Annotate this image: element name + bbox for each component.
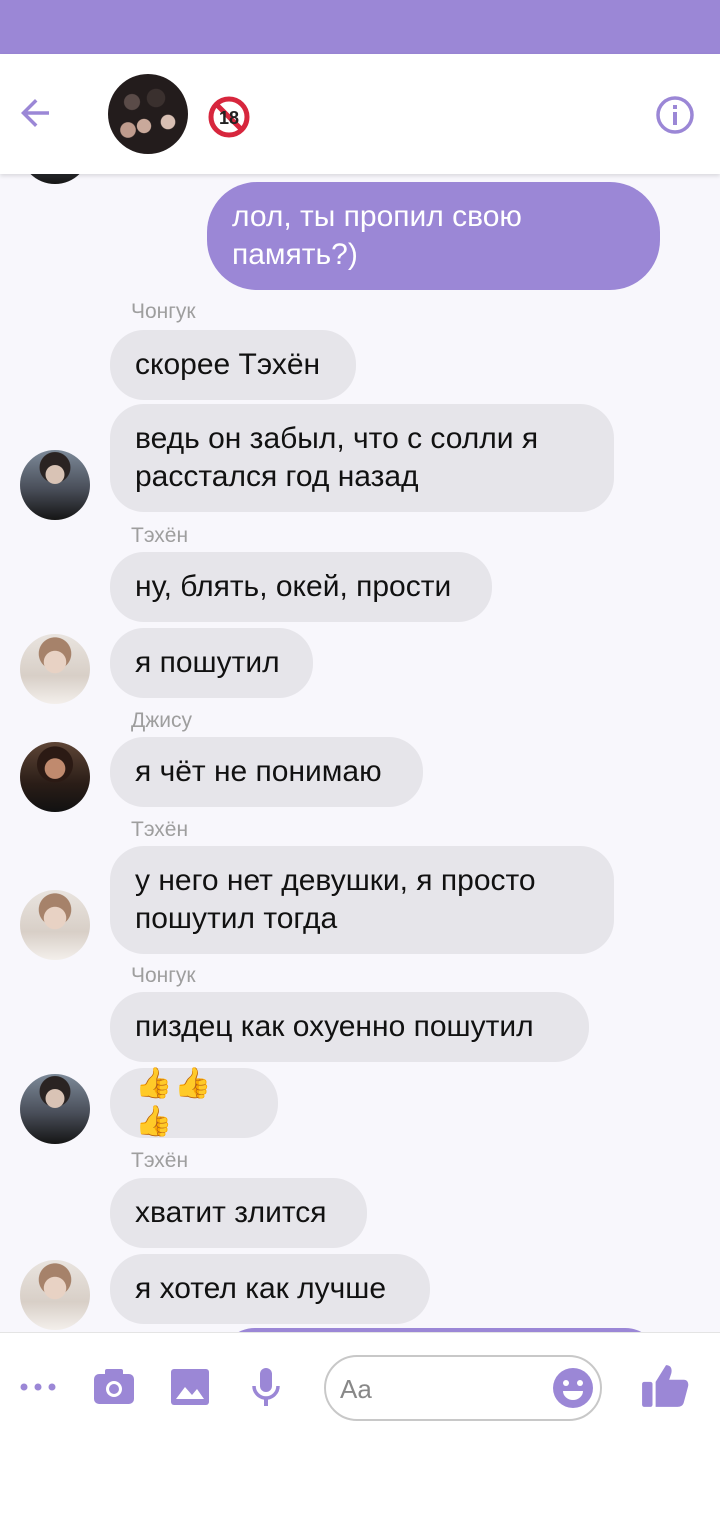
message-incoming[interactable]: ну, блять, окей, прости: [110, 552, 492, 622]
microphone-icon[interactable]: [244, 1365, 288, 1409]
avatar: [20, 1074, 90, 1144]
sender-name: Чонгук: [131, 964, 196, 987]
image-icon[interactable]: [168, 1365, 212, 1409]
message-incoming[interactable]: я пошутил: [110, 628, 313, 698]
adult-content-icon: 18: [208, 96, 250, 138]
info-icon[interactable]: [654, 94, 696, 136]
avatar: [20, 174, 90, 184]
sender-name: Джису: [131, 709, 193, 732]
message-incoming[interactable]: я чёт не понимаю: [110, 737, 423, 807]
message-incoming[interactable]: я хотел как лучше: [110, 1254, 430, 1324]
sender-name: Чонгук: [131, 300, 196, 323]
more-icon[interactable]: [16, 1365, 60, 1409]
avatar: [20, 1260, 90, 1330]
message-incoming[interactable]: у него нет девушки, я просто пошутил тог…: [110, 846, 614, 954]
avatar: [20, 890, 90, 960]
chat-title-badge: 18: [208, 96, 250, 138]
svg-text:18: 18: [219, 108, 239, 128]
avatar: [20, 742, 90, 812]
sender-name: Тэхён: [131, 818, 189, 841]
back-arrow-icon[interactable]: [14, 92, 56, 134]
message-incoming[interactable]: ведь он забыл, что с солли я расстался г…: [110, 404, 614, 512]
composer-bar: [0, 1332, 720, 1520]
message-input-box[interactable]: [324, 1355, 602, 1421]
sender-name: Тэхён: [131, 1149, 189, 1172]
camera-icon[interactable]: [92, 1365, 136, 1409]
message-outgoing[interactable]: лол, ты пропил свою память?): [207, 182, 660, 290]
status-bar: [0, 0, 720, 54]
message-list[interactable]: лол, ты пропил свою память?) Чонгук скор…: [0, 174, 720, 1332]
avatar: [20, 450, 90, 520]
message-incoming[interactable]: скорее Тэхён: [110, 330, 356, 400]
avatar: [20, 634, 90, 704]
emoji-icon[interactable]: [552, 1367, 594, 1409]
message-input[interactable]: [340, 1371, 540, 1407]
message-incoming[interactable]: пиздец как охуенно пошутил: [110, 992, 589, 1062]
group-avatar[interactable]: [108, 74, 188, 154]
chat-header: 18: [0, 54, 720, 174]
message-incoming[interactable]: 👍👍👍: [110, 1067, 278, 1138]
thumbs-up-icon[interactable]: [640, 1361, 690, 1411]
sender-name: Тэхён: [131, 524, 189, 547]
message-incoming[interactable]: хватит злится: [110, 1178, 367, 1248]
